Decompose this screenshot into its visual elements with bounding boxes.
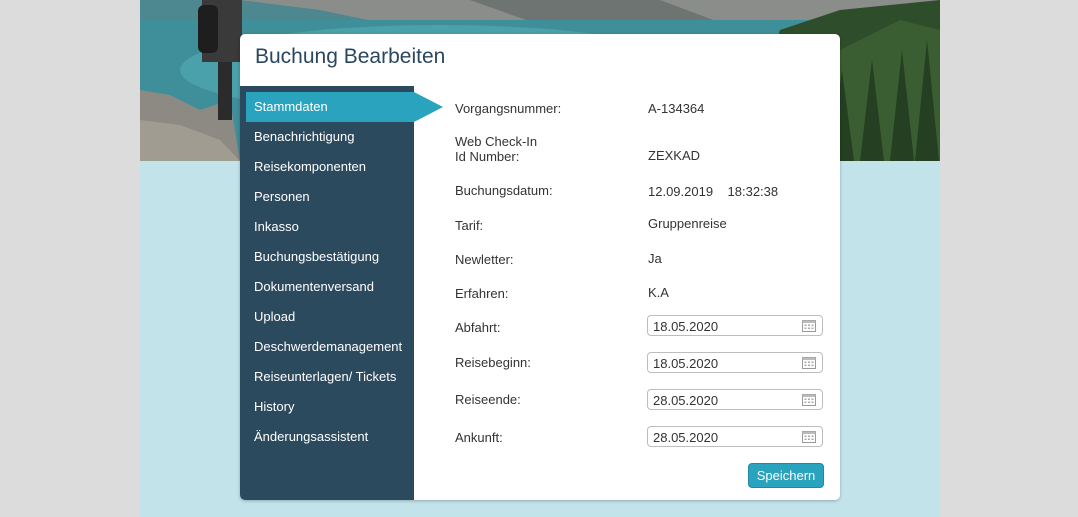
newletter-value: Ja: [648, 251, 662, 266]
reisebeginn-label: Reisebeginn:: [455, 355, 531, 370]
sidebar-item-benachrichtigung[interactable]: Benachrichtigung: [254, 122, 404, 152]
reiseende-date-value: 28.05.2020: [653, 393, 719, 408]
sidebar-item-stammdaten[interactable]: Stammdaten: [246, 92, 414, 122]
abfahrt-label: Abfahrt:: [455, 320, 501, 335]
webcheckin-label-line1: Web Check-In: [455, 134, 538, 149]
buchungsdatum-value: 12.09.2019 18:32:38: [648, 184, 779, 199]
buchungsdatum-label: Buchungsdatum:: [455, 183, 553, 198]
sidebar-item-upload[interactable]: Upload: [254, 302, 404, 332]
newletter-label: Newletter:: [455, 252, 514, 267]
calendar-icon[interactable]: [802, 319, 816, 332]
erfahren-label: Erfahren:: [455, 286, 509, 301]
calendar-icon[interactable]: [802, 356, 816, 369]
save-button[interactable]: Speichern: [748, 463, 824, 488]
sidebar-item-aenderungsassistent[interactable]: Änderungsassistent: [254, 422, 404, 452]
sidebar-item-personen[interactable]: Personen: [254, 182, 404, 212]
reisebeginn-date-input[interactable]: 18.05.2020: [647, 352, 823, 373]
calendar-icon[interactable]: [802, 430, 816, 443]
page-margin-left: [0, 0, 140, 517]
reiseende-date-input[interactable]: 28.05.2020: [647, 389, 823, 410]
sidebar-item-dokumentenversand[interactable]: Dokumentenversand: [254, 272, 404, 302]
sidebar-item-reiseunterlagen[interactable]: Reiseunterlagen/ Tickets: [254, 362, 404, 392]
edit-booking-card: Buchung Bearbeiten Stammdaten Benachrich…: [240, 34, 840, 500]
active-item-arrow: [414, 92, 443, 122]
ankunft-label: Ankunft:: [455, 430, 503, 445]
tarif-label: Tarif:: [455, 218, 484, 233]
reiseende-label: Reiseende:: [455, 392, 521, 407]
sidebar-item-history[interactable]: History: [254, 392, 404, 422]
reisebeginn-date-value: 18.05.2020: [653, 356, 719, 371]
sidebar-item-buchungsbestaetigung[interactable]: Buchungsbestätigung: [254, 242, 404, 272]
sidebar-item-beschwerdemanagement[interactable]: Deschwerdemanagement: [254, 332, 404, 362]
sidebar-item-inkasso[interactable]: Inkasso: [254, 212, 404, 242]
ankunft-date-input[interactable]: 28.05.2020: [647, 426, 823, 447]
webcheckin-value: ZEXKAD: [648, 148, 701, 163]
webcheckin-label-line2: Id Number:: [455, 149, 520, 164]
page-title: Buchung Bearbeiten: [255, 45, 446, 68]
sidebar: Stammdaten Benachrichtigung Reisekompone…: [240, 86, 414, 500]
vorgangsnummer-label: Vorgangsnummer:: [455, 101, 562, 116]
ankunft-date-value: 28.05.2020: [653, 430, 719, 445]
abfahrt-date-value: 18.05.2020: [653, 319, 719, 334]
vorgangsnummer-value: A-134364: [648, 101, 705, 116]
calendar-icon[interactable]: [802, 393, 816, 406]
sidebar-item-reisekomponenten[interactable]: Reisekomponenten: [254, 152, 404, 182]
erfahren-value: K.A: [648, 285, 669, 300]
abfahrt-date-input[interactable]: 18.05.2020: [647, 315, 823, 336]
tarif-value: Gruppenreise: [648, 216, 727, 231]
page-margin-right: [940, 0, 1078, 517]
